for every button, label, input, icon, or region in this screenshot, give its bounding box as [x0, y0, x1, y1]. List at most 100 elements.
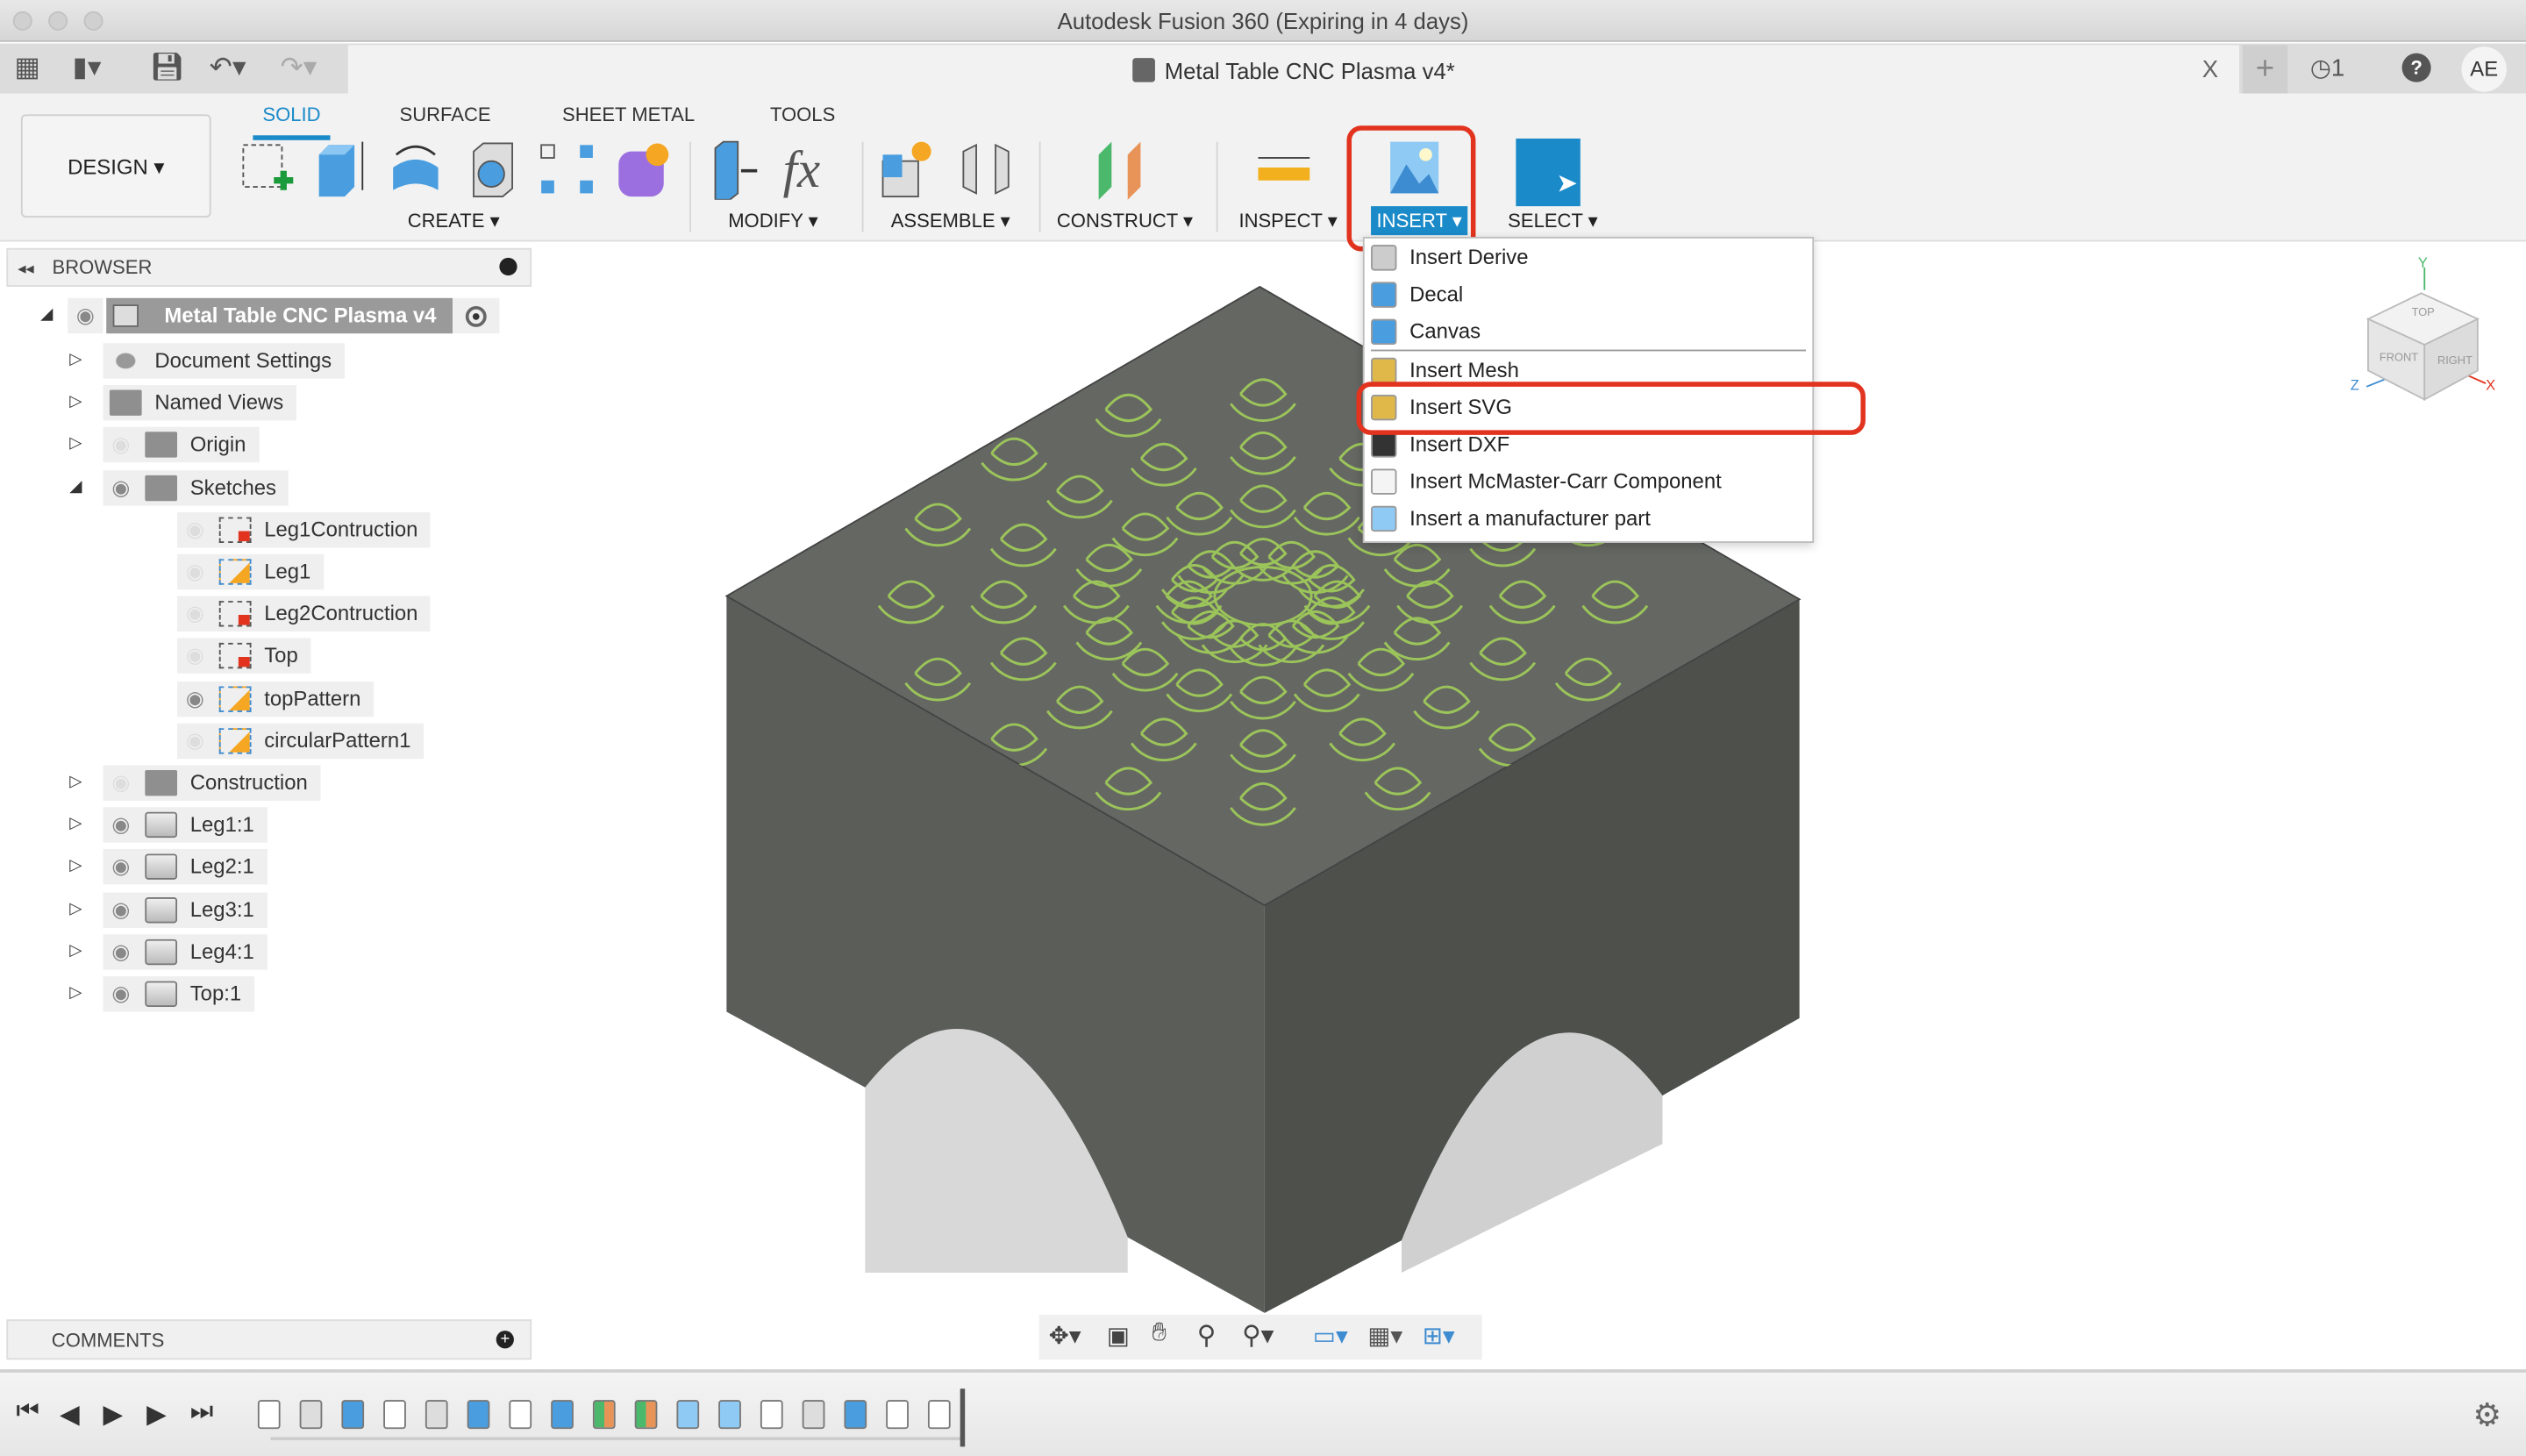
- activate-radio-icon[interactable]: [465, 305, 487, 326]
- save-icon[interactable]: 💾︎: [150, 52, 185, 84]
- group-construct[interactable]: CONSTRUCT ▾: [1057, 210, 1193, 232]
- view-cube[interactable]: TOP FRONT RIGHT Y Z X: [2344, 254, 2505, 416]
- expand-open-icon[interactable]: ◢: [35, 298, 58, 333]
- expand-closed-icon[interactable]: ▷: [64, 385, 87, 420]
- press-pull-icon[interactable]: [709, 139, 767, 201]
- new-component-icon[interactable]: [880, 139, 938, 200]
- browser-item[interactable]: ▷ ◉ Construction: [64, 762, 431, 804]
- eye-hidden-icon[interactable]: ◉: [177, 554, 212, 589]
- timeline-sketch-feature[interactable]: [257, 1400, 281, 1430]
- timeline-body-feature[interactable]: [467, 1400, 490, 1430]
- menu-item[interactable]: Decal: [1365, 275, 1813, 312]
- help-button[interactable]: ?: [2401, 53, 2431, 82]
- eye-hidden-icon[interactable]: ◉: [103, 428, 139, 463]
- step-forward-button[interactable]: ▶: [146, 1398, 167, 1431]
- browser-item[interactable]: ▷ ◉ Leg2:1: [64, 846, 431, 889]
- browser-item[interactable]: ◉ Leg2Contruction: [64, 593, 432, 635]
- browser-item[interactable]: ▷ Named Views: [64, 382, 431, 425]
- expand-closed-icon[interactable]: ▷: [64, 934, 87, 969]
- group-inspect[interactable]: INSPECT ▾: [1238, 210, 1337, 232]
- expand-closed-icon[interactable]: ▷: [64, 892, 87, 927]
- eye-hidden-icon[interactable]: ◉: [177, 723, 212, 758]
- browser-item[interactable]: ▷ ◉ Leg3:1: [64, 889, 431, 931]
- timeline-axis-feature[interactable]: [676, 1400, 700, 1430]
- timeline-sketch-feature[interactable]: [383, 1400, 406, 1430]
- tab-tools[interactable]: TOOLS: [770, 103, 835, 126]
- expand-open-icon[interactable]: ◢: [64, 470, 87, 505]
- menu-item[interactable]: Insert Derive: [1365, 239, 1813, 275]
- expand-closed-icon[interactable]: ▷: [64, 765, 87, 800]
- tab-solid[interactable]: SOLID: [253, 103, 331, 140]
- expand-closed-icon[interactable]: ▷: [64, 428, 87, 463]
- play-button[interactable]: ▶: [103, 1398, 124, 1431]
- eye-icon[interactable]: ◉: [103, 850, 139, 885]
- eye-hidden-icon[interactable]: ◉: [177, 596, 212, 632]
- zoom-window-button[interactable]: [83, 11, 103, 31]
- zoom-icon[interactable]: ⚲: [1197, 1319, 1217, 1352]
- hole-icon[interactable]: [464, 139, 522, 200]
- timeline-body-feature[interactable]: [551, 1400, 574, 1430]
- new-tab-button[interactable]: +: [2242, 45, 2288, 96]
- close-window-button[interactable]: [12, 11, 32, 31]
- minimize-window-button[interactable]: [48, 11, 68, 31]
- revolve-icon[interactable]: [387, 139, 445, 200]
- timeline-plane-feature[interactable]: [634, 1400, 658, 1430]
- file-menu-icon[interactable]: ▮▾: [73, 52, 102, 84]
- viewcube-right[interactable]: RIGHT: [2437, 353, 2472, 367]
- group-assemble[interactable]: ASSEMBLE ▾: [891, 210, 1010, 232]
- eye-icon[interactable]: ◉: [103, 807, 139, 842]
- expand-closed-icon[interactable]: ▷: [64, 343, 87, 378]
- orbit-icon[interactable]: ✥▾: [1049, 1321, 1081, 1350]
- browser-item[interactable]: ▷ ◉ Leg4:1: [64, 931, 431, 973]
- timeline-body-feature[interactable]: [341, 1400, 365, 1430]
- display-settings-icon[interactable]: ▭▾: [1313, 1321, 1348, 1350]
- browser-item[interactable]: ▷ ◉ Top:1: [64, 973, 431, 1015]
- timeline-sketch-feature[interactable]: [509, 1400, 532, 1430]
- browser-minus-icon[interactable]: [499, 257, 517, 276]
- viewports-icon[interactable]: ⊞▾: [1423, 1321, 1455, 1350]
- close-tab-button[interactable]: X: [2202, 56, 2218, 83]
- eye-icon[interactable]: ◉: [177, 681, 212, 716]
- eye-hidden-icon[interactable]: ◉: [177, 512, 212, 547]
- document-tab[interactable]: Metal Table CNC Plasma v4*: [347, 45, 2240, 97]
- expand-closed-icon[interactable]: ▷: [64, 976, 87, 1011]
- job-status-button[interactable]: ◷1: [2310, 54, 2344, 82]
- timeline-box-feature[interactable]: [299, 1400, 323, 1430]
- eye-icon[interactable]: ◉: [103, 470, 139, 505]
- viewcube-top[interactable]: TOP: [2412, 305, 2435, 318]
- pan-hand-icon[interactable]: ✋︎: [1152, 1319, 1167, 1348]
- browser-item[interactable]: ◉ Leg1: [64, 551, 431, 593]
- redo-icon[interactable]: ↷▾: [281, 52, 318, 84]
- timeline-settings-gear-icon[interactable]: ⚙: [2472, 1395, 2501, 1436]
- browser-item[interactable]: ▷ ◉ Leg1:1: [64, 804, 431, 846]
- group-select[interactable]: SELECT ▾: [1508, 210, 1598, 232]
- eye-icon[interactable]: ◉: [103, 976, 139, 1011]
- timeline-body-feature[interactable]: [844, 1400, 867, 1430]
- look-at-icon[interactable]: ▣: [1107, 1321, 1130, 1350]
- workspace-switcher[interactable]: DESIGN ▾: [20, 114, 211, 218]
- group-create[interactable]: CREATE ▾: [408, 210, 500, 232]
- timeline-sketch-feature[interactable]: [760, 1400, 783, 1430]
- joint-icon[interactable]: [957, 139, 1015, 200]
- menu-item[interactable]: Insert a manufacturer part: [1365, 499, 1813, 536]
- browser-root[interactable]: ◢ ◉ Metal Table CNC Plasma v4: [35, 297, 500, 334]
- browser-item[interactable]: ◉ circularPattern1: [64, 719, 431, 761]
- eye-hidden-icon[interactable]: ◉: [103, 765, 139, 800]
- select-icon[interactable]: ➤: [1516, 138, 1581, 207]
- timeline-sketch-feature[interactable]: [886, 1400, 909, 1430]
- browser-item[interactable]: ◉ topPattern: [64, 677, 431, 719]
- collapse-browser-icon[interactable]: ◂◂: [18, 261, 33, 279]
- timeline-marker[interactable]: [960, 1388, 966, 1447]
- timeline-box-feature[interactable]: [425, 1400, 448, 1430]
- timeline-sketch-feature[interactable]: [927, 1400, 951, 1430]
- app-grid-icon[interactable]: ▦: [15, 52, 41, 84]
- browser-item[interactable]: ◉ Top: [64, 635, 431, 677]
- tab-sheet-metal[interactable]: SHEET METAL: [562, 103, 695, 126]
- timeline-plane-feature[interactable]: [592, 1400, 616, 1430]
- group-modify[interactable]: MODIFY ▾: [728, 210, 818, 232]
- parameters-fx-icon[interactable]: fx: [783, 139, 841, 200]
- grid-settings-icon[interactable]: ▦▾: [1367, 1321, 1402, 1350]
- eye-hidden-icon[interactable]: ◉: [177, 639, 212, 674]
- eye-icon[interactable]: ◉: [68, 298, 103, 333]
- menu-item[interactable]: Canvas: [1365, 312, 1813, 349]
